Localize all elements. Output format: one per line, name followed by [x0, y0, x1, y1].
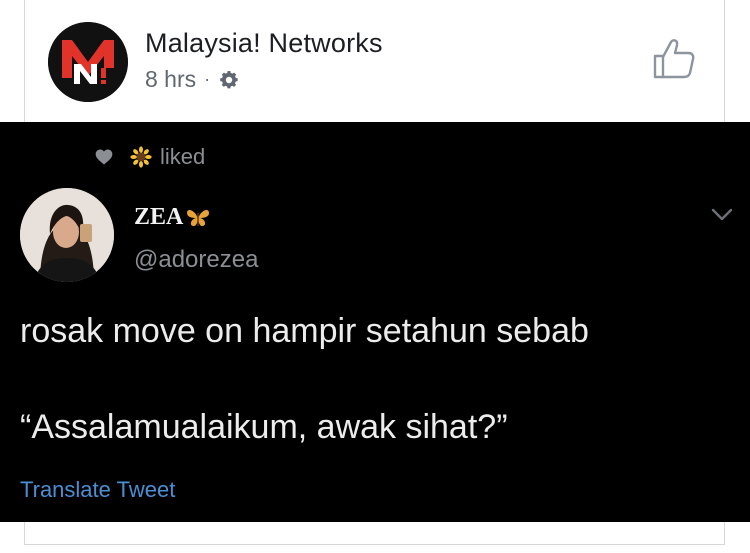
liked-label: liked	[160, 144, 206, 169]
translate-tweet-link[interactable]: Translate Tweet	[20, 477, 175, 503]
butterfly-icon	[187, 209, 210, 226]
gear-icon[interactable]	[218, 69, 240, 91]
sunflower-icon	[130, 146, 152, 168]
liked-by-row: liked	[94, 144, 205, 170]
page-name-link[interactable]: Malaysia! Networks	[145, 28, 383, 59]
meta-separator: ·	[204, 69, 211, 89]
page-avatar[interactable]	[48, 22, 128, 102]
tweet-handle[interactable]: @adorezea	[134, 246, 258, 274]
avatar-photo	[20, 188, 114, 282]
tweet-text-line-1: rosak move on hampir setahun sebab	[20, 312, 589, 350]
tweet-screenshot: liked ZEA @adorezea rosak move on hampir…	[0, 122, 750, 522]
tweet-display-name[interactable]: ZEA	[134, 204, 211, 231]
thumbs-up-icon	[653, 39, 695, 79]
post-timestamp[interactable]: 8 hrs	[145, 66, 196, 93]
chevron-down-icon[interactable]	[711, 208, 733, 222]
post-header: Malaysia! Networks 8 hrs ·	[0, 0, 750, 122]
tweet-text-line-2: “Assalamualaikum, awak sihat?”	[20, 408, 508, 446]
page-logo-icon	[48, 22, 128, 102]
post-meta: 8 hrs ·	[145, 66, 240, 93]
display-name-text: ZEA	[134, 204, 184, 230]
tweet-user-avatar[interactable]	[20, 188, 114, 282]
like-button[interactable]	[652, 38, 696, 80]
heart-icon	[95, 149, 113, 165]
